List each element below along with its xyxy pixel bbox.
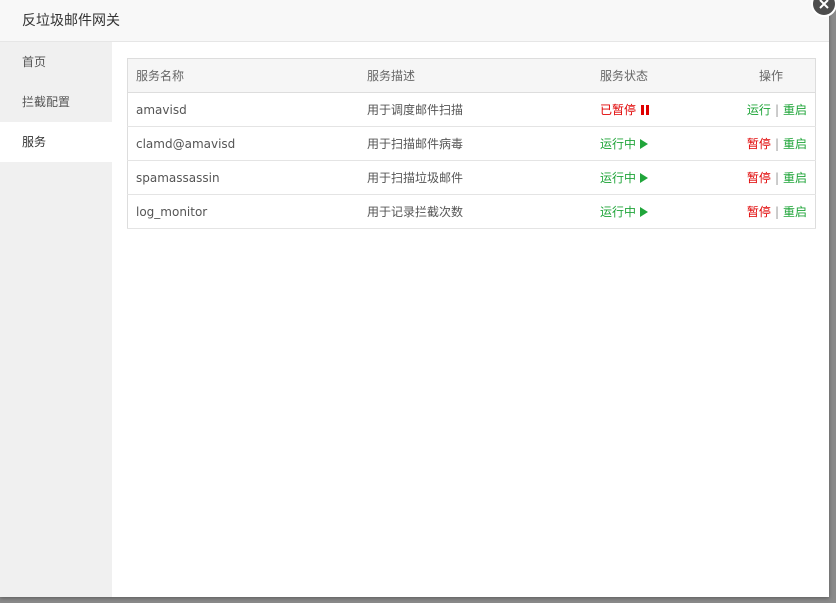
column-header-operations: 操作 [687, 58, 816, 93]
column-header-name: 服务名称 [127, 58, 359, 93]
service-actions: 暂停 | 重启 [687, 160, 816, 195]
service-actions: 运行 | 重启 [687, 92, 816, 127]
table-row: log_monitor 用于记录拦截次数 运行中 暂停 | 重启 [127, 194, 816, 229]
service-name: amavisd [127, 92, 359, 127]
play-icon [640, 139, 649, 149]
service-description: 用于记录拦截次数 [359, 194, 592, 229]
service-status: 运行中 [592, 126, 688, 161]
pause-button[interactable]: 暂停 [747, 171, 771, 185]
pause-button[interactable]: 暂停 [747, 205, 771, 219]
restart-button[interactable]: 重启 [783, 137, 807, 151]
restart-button[interactable]: 重启 [783, 103, 807, 117]
action-separator: | [774, 137, 779, 151]
action-separator: | [774, 205, 779, 219]
table-row: spamassassin 用于扫描垃圾邮件 运行中 暂停 | 重启 [127, 160, 816, 195]
dialog-title: 反垃圾邮件网关 [0, 0, 829, 42]
restart-button[interactable]: 重启 [783, 171, 807, 185]
dialog: 反垃圾邮件网关 首页 拦截配置 服务 服务名称 服务描述 服务状态 操作 ama… [0, 0, 836, 597]
service-description: 用于调度邮件扫描 [359, 92, 592, 127]
sidebar-item-home[interactable]: 首页 [0, 42, 112, 82]
services-table: 服务名称 服务描述 服务状态 操作 amavisd 用于调度邮件扫描 已暂停 运… [127, 58, 816, 229]
play-icon [640, 173, 649, 183]
table-row: amavisd 用于调度邮件扫描 已暂停 运行 | 重启 [127, 92, 816, 127]
service-description: 用于扫描垃圾邮件 [359, 160, 592, 195]
sidebar-item-services[interactable]: 服务 [0, 122, 112, 162]
status-label: 运行中 [600, 137, 637, 151]
service-description: 用于扫描邮件病毒 [359, 126, 592, 161]
service-actions: 暂停 | 重启 [687, 194, 816, 229]
service-name: clamd@amavisd [127, 126, 359, 161]
service-status: 运行中 [592, 160, 688, 195]
service-actions: 暂停 | 重启 [687, 126, 816, 161]
service-name: spamassassin [127, 160, 359, 195]
action-separator: | [774, 171, 779, 185]
service-status: 运行中 [592, 194, 688, 229]
status-label: 运行中 [600, 171, 637, 185]
action-separator: | [774, 103, 779, 117]
sidebar-item-intercept-config[interactable]: 拦截配置 [0, 82, 112, 122]
run-button[interactable]: 运行 [747, 103, 771, 117]
status-label: 已暂停 [600, 103, 637, 117]
table-header-row: 服务名称 服务描述 服务状态 操作 [127, 58, 816, 93]
services-panel: 服务名称 服务描述 服务状态 操作 amavisd 用于调度邮件扫描 已暂停 运… [112, 42, 829, 597]
column-header-status: 服务状态 [592, 58, 688, 93]
pause-icon [641, 105, 650, 115]
table-row: clamd@amavisd 用于扫描邮件病毒 运行中 暂停 | 重启 [127, 126, 816, 161]
status-label: 运行中 [600, 205, 637, 219]
service-name: log_monitor [127, 194, 359, 229]
play-icon [640, 207, 649, 217]
column-header-description: 服务描述 [359, 58, 592, 93]
restart-button[interactable]: 重启 [783, 205, 807, 219]
pause-button[interactable]: 暂停 [747, 137, 771, 151]
service-status: 已暂停 [592, 92, 688, 127]
sidebar: 首页 拦截配置 服务 [0, 42, 112, 597]
